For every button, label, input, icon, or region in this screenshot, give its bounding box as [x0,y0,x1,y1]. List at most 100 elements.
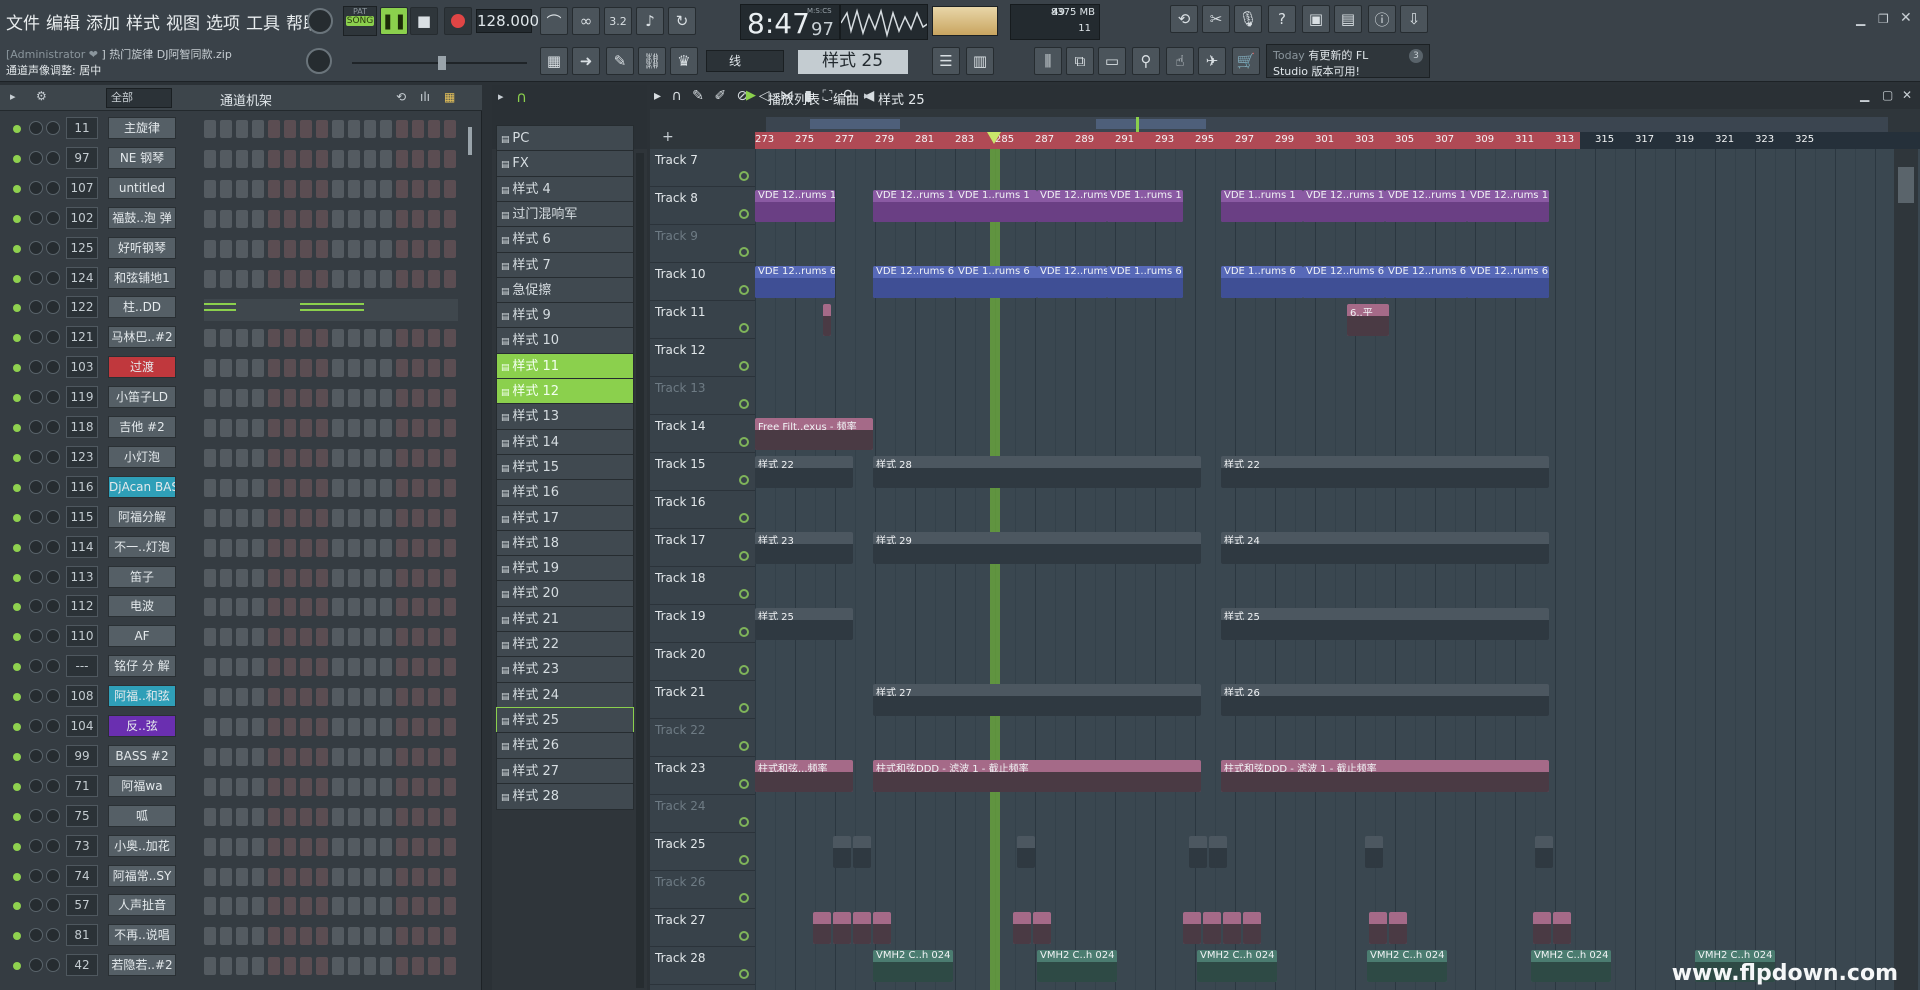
channel-pan-knob[interactable] [29,808,43,823]
channel-mute-led[interactable] [13,752,21,761]
step-button[interactable] [268,658,280,677]
channel-volume-knob[interactable] [46,330,60,345]
channel-pan-knob[interactable] [29,838,43,853]
step-sequence[interactable] [204,179,458,198]
step-button[interactable] [412,658,424,677]
channel-volume-knob[interactable] [46,659,60,674]
pattern-selector[interactable]: 样式 25 [798,50,908,74]
track-enable-led[interactable] [739,893,749,903]
channel-pan-knob[interactable] [29,868,43,883]
channel-mixer-number[interactable]: 121 [66,326,98,349]
playlist-clip[interactable] [833,836,851,868]
step-button[interactable] [412,239,424,258]
save-new-icon[interactable]: ▤ [1334,5,1362,33]
news-panel[interactable]: Today 有更新的 FL Studio 版本可用! 3 [1266,44,1430,78]
step-button[interactable] [204,897,216,916]
step-button[interactable] [220,329,232,348]
channel-mixer-number[interactable]: 110 [66,625,98,648]
step-button[interactable] [348,807,360,826]
channel-name-button[interactable]: DjAcan BASS [108,475,176,498]
channel-mute-led[interactable] [13,334,21,343]
step-button[interactable] [300,179,312,198]
playlist-clip[interactable]: VMH2 C..h 024 [873,950,953,982]
channel-name-button[interactable]: 电波 [108,595,176,618]
step-button[interactable] [396,359,408,378]
loop-record-icon[interactable]: ↻ [668,7,696,35]
track-header[interactable]: Track 10 [650,263,755,301]
step-button[interactable] [444,807,456,826]
pattern-item[interactable]: ▤ 样式 12 [496,378,634,405]
step-button[interactable] [300,897,312,916]
playlist-scrollbar[interactable] [1894,149,1918,990]
channel-volume-knob[interactable] [46,449,60,464]
window-close[interactable]: ✕ [1900,10,1912,26]
step-button[interactable] [236,179,248,198]
step-button[interactable] [300,478,312,497]
step-button[interactable] [300,747,312,766]
channel-name-button[interactable]: 阿福wa [108,774,176,797]
step-button[interactable] [380,628,392,647]
channel-name-button[interactable]: 反..弦 [108,715,176,737]
playlist-clip[interactable]: VMH2 C..h 024 [1531,950,1611,982]
step-button[interactable] [364,957,376,976]
step-button[interactable] [268,807,280,826]
step-sequence[interactable] [204,299,458,322]
playlist-clip[interactable]: 样式 27 [873,684,1201,716]
pattern-item[interactable]: ▤ 样式 16 [496,479,634,507]
playlist-clip[interactable]: VDE 1..rums 6 [1221,266,1303,298]
step-button[interactable] [332,359,344,378]
pattern-item[interactable]: ▤ 样式 17 [496,504,634,532]
step-button[interactable] [252,538,264,557]
step-button[interactable] [380,897,392,916]
step-button[interactable] [236,329,248,348]
step-button[interactable] [236,927,248,946]
step-button[interactable] [284,419,296,437]
step-button[interactable] [364,598,376,617]
step-button[interactable] [268,927,280,946]
step-button[interactable] [428,448,440,467]
step-button[interactable] [204,120,216,138]
step-button[interactable] [396,658,408,677]
step-button[interactable] [444,867,456,886]
pattern-item[interactable]: ▤ 样式 9 [496,302,634,330]
playlist-clip[interactable]: VMH2 C..h 024 [1367,950,1447,982]
step-button[interactable] [396,867,408,886]
step-button[interactable] [412,359,424,378]
pattern-scrollbar[interactable] [636,153,644,988]
step-button[interactable] [252,718,264,736]
playlist-clip[interactable]: 柱式和弦DDD - 滤波 1 - 截止频率 [873,760,1201,792]
step-button[interactable] [380,419,392,437]
step-button[interactable] [396,329,408,348]
step-button[interactable] [316,598,328,617]
step-button[interactable] [428,149,440,168]
step-button[interactable] [380,329,392,348]
channel-pan-knob[interactable] [29,689,43,704]
pattern-item[interactable]: ▤ 样式 28 [496,782,634,810]
step-button[interactable] [268,329,280,348]
playlist-clip[interactable]: VDE 12..rums 6 [1037,266,1107,298]
step-button[interactable] [252,149,264,168]
step-button[interactable] [204,538,216,557]
step-button[interactable] [300,419,312,437]
step-button[interactable] [204,658,216,677]
countdown-icon[interactable]: 3.2 [604,7,632,35]
magnet-icon[interactable]: ∩ [516,88,527,106]
step-button[interactable] [348,179,360,198]
step-button[interactable] [236,538,248,557]
step-button[interactable] [364,389,376,408]
step-button[interactable] [236,239,248,258]
step-button[interactable] [316,568,328,587]
cart-icon[interactable]: 🛒 [1232,47,1260,75]
channel-name-button[interactable]: 福鼓..泡 弹 [108,206,176,229]
channel-mute-led[interactable] [13,633,21,642]
step-button[interactable] [428,209,440,228]
step-button[interactable] [332,478,344,497]
step-button[interactable] [204,239,216,258]
undo-icon[interactable]: ⟲ [396,90,406,104]
step-button[interactable] [412,867,424,886]
channel-row[interactable]: 104 反..弦 [0,713,470,743]
channel-volume-knob[interactable] [46,958,60,973]
step-button[interactable] [284,269,296,288]
track-enable-led[interactable] [739,323,749,333]
step-sequence[interactable] [204,269,458,288]
